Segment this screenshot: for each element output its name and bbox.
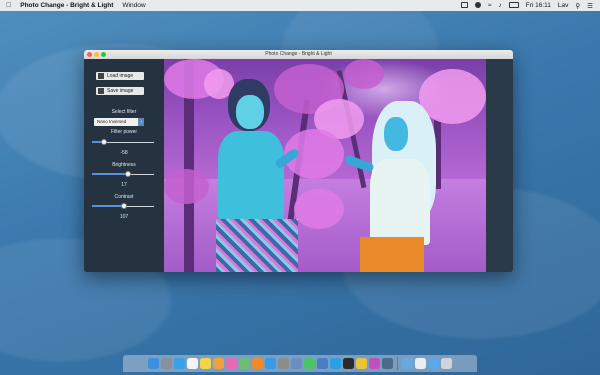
person-left-face	[236, 95, 264, 129]
foliage	[294, 189, 344, 229]
safari-icon[interactable]	[174, 358, 185, 369]
image-icon	[98, 73, 104, 79]
person-left-skirt	[216, 219, 298, 272]
photo-preview	[164, 59, 486, 272]
contrast-label: Contrast	[114, 194, 134, 200]
calendar-icon[interactable]	[187, 358, 198, 369]
messages-icon[interactable]	[304, 358, 315, 369]
settings-icon[interactable]	[278, 358, 289, 369]
brightness-value: 17	[121, 182, 127, 188]
title-bar[interactable]: Photo Change - Bright & Light	[84, 50, 513, 59]
filter-power-slider[interactable]	[92, 139, 154, 145]
zoom-button[interactable]	[101, 52, 106, 57]
load-image-button[interactable]: Load image	[96, 72, 144, 80]
volume-icon[interactable]: ♪	[499, 2, 502, 9]
filter-select-value: Nano Inversed	[97, 119, 127, 124]
controls-panel: Load image Save image Select filter Nano…	[84, 59, 164, 272]
folder-icon[interactable]	[428, 358, 439, 369]
apple-icon[interactable]: 	[6, 2, 11, 9]
dock	[123, 355, 477, 372]
status-icon-b[interactable]	[474, 1, 481, 10]
chevron-updown-icon: ↕	[138, 118, 144, 126]
slider-knob[interactable]	[124, 171, 131, 177]
close-button[interactable]	[87, 52, 92, 57]
user-menu[interactable]: Lav	[558, 2, 568, 9]
preview-icon[interactable]	[291, 358, 302, 369]
foliage	[164, 169, 209, 204]
menu-window[interactable]: Window	[122, 2, 145, 9]
app-menu[interactable]: Photo Change - Bright & Light	[20, 2, 113, 9]
filter-power-value: -58	[120, 150, 128, 156]
save-image-label: Save image	[107, 88, 134, 94]
finder-icon[interactable]	[148, 358, 159, 369]
monitor-icon[interactable]	[382, 358, 393, 369]
brightness-slider[interactable]	[92, 171, 154, 177]
battery-icon[interactable]	[508, 1, 519, 10]
person-left	[218, 131, 284, 221]
person-right-face	[384, 117, 408, 151]
select-filter-label: Select filter	[111, 109, 137, 115]
photos-icon[interactable]	[213, 358, 224, 369]
slider-fill	[92, 173, 128, 175]
photo-change-icon[interactable]	[369, 358, 380, 369]
save-icon	[98, 88, 104, 94]
minimize-button[interactable]	[94, 52, 99, 57]
terminal-icon[interactable]	[343, 358, 354, 369]
brightness-label: Brightness	[112, 162, 136, 168]
list-icon[interactable]: ☰	[587, 2, 593, 10]
filter-select[interactable]: Nano Inversed ↕	[94, 118, 144, 126]
save-image-button[interactable]: Save image	[96, 87, 144, 95]
slider-knob[interactable]	[101, 139, 108, 145]
books-icon[interactable]	[252, 358, 263, 369]
skype-icon[interactable]	[330, 358, 341, 369]
status-icon-a[interactable]	[460, 1, 468, 10]
window-title: Photo Change - Bright & Light	[265, 51, 332, 57]
load-image-label: Load image	[107, 73, 134, 79]
maps-icon[interactable]	[239, 358, 250, 369]
clock[interactable]: Fri 16:11	[526, 2, 551, 9]
person-right-skirt	[360, 237, 424, 272]
slider-knob[interactable]	[121, 203, 128, 209]
chrome-icon[interactable]	[356, 358, 367, 369]
appstore-icon[interactable]	[265, 358, 276, 369]
trash-icon[interactable]	[441, 358, 452, 369]
documents-icon[interactable]	[415, 358, 426, 369]
app-window: Photo Change - Bright & Light Load image…	[84, 50, 513, 272]
contrast-value: 107	[119, 214, 129, 220]
wifi-icon[interactable]: ≈	[488, 2, 492, 9]
contrast-slider[interactable]	[92, 203, 154, 209]
search-icon[interactable]: ⚲	[575, 2, 580, 10]
notes-icon[interactable]	[200, 358, 211, 369]
launchpad-icon[interactable]	[161, 358, 172, 369]
menu-bar:  Photo Change - Bright & Light Window ≈…	[0, 0, 600, 11]
person-right	[370, 159, 430, 245]
status-area: ≈ ♪ Fri 16:11 Lav ⚲ ☰	[460, 0, 600, 11]
window-controls	[87, 52, 106, 57]
filter-power-label: Filter power	[110, 129, 138, 135]
xcode-icon[interactable]	[317, 358, 328, 369]
itunes-icon[interactable]	[226, 358, 237, 369]
foliage	[344, 59, 384, 89]
slider-fill	[92, 205, 125, 207]
downloads-icon[interactable]	[402, 358, 413, 369]
dock-separator	[397, 357, 398, 370]
